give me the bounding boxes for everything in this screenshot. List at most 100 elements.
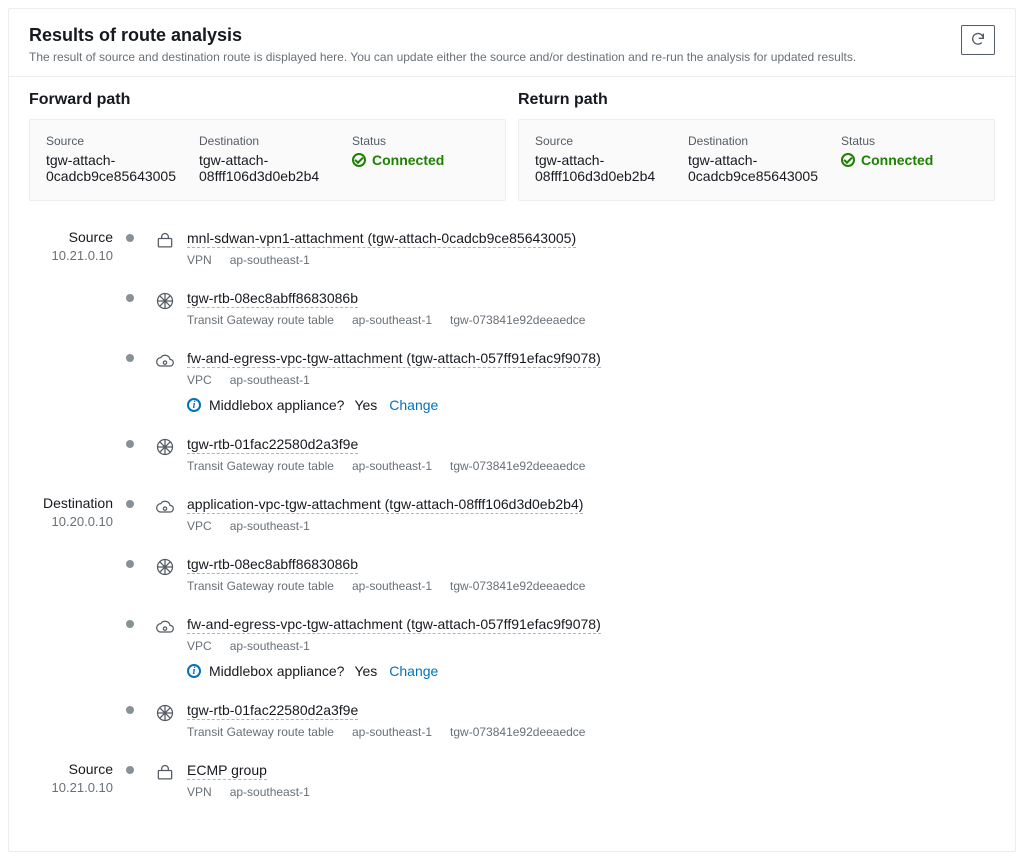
route-hop: fw-and-egress-vpc-tgw-attachment (tgw-at…	[29, 349, 995, 435]
hop-title[interactable]: ECMP group	[187, 762, 267, 780]
vpn-icon	[153, 229, 177, 253]
hop-meta-item: VPN	[187, 253, 212, 267]
hop-body: tgw-rtb-08ec8abff8683086b Transit Gateway…	[187, 555, 585, 615]
refresh-button[interactable]	[961, 25, 995, 55]
forward-status-cell: Status Connected	[352, 134, 489, 184]
return-source-value: tgw-attach-08fff106d3d0eb2b4	[535, 152, 672, 184]
route-hop: fw-and-egress-vpc-tgw-attachment (tgw-at…	[29, 615, 995, 701]
hop-meta: Transit Gateway route table ap-southeast-…	[187, 579, 585, 593]
hop-title[interactable]: application-vpc-tgw-attachment (tgw-atta…	[187, 496, 583, 514]
forward-destination-value: tgw-attach-08fff106d3d0eb2b4	[199, 152, 336, 184]
hop-meta-item: VPC	[187, 519, 212, 533]
rtb-icon	[153, 435, 177, 459]
panel-title: Results of route analysis The result of …	[29, 25, 856, 64]
timeline	[121, 289, 139, 304]
hop-meta-item: ap-southeast-1	[352, 725, 432, 739]
hop-body: fw-and-egress-vpc-tgw-attachment (tgw-at…	[187, 349, 601, 435]
info-icon: i	[187, 398, 201, 412]
forward-status-value: Connected	[352, 152, 489, 168]
timeline	[121, 495, 139, 510]
hop-meta-item: tgw-073841e92deeaedce	[450, 459, 585, 473]
hop-left-label: Source 10.21.0.10	[29, 761, 121, 795]
vpn-icon	[153, 761, 177, 785]
hop-meta-item: ap-southeast-1	[230, 785, 310, 799]
hop-meta: VPNap-southeast-1	[187, 253, 576, 267]
hop-meta-item: Transit Gateway route table	[187, 725, 334, 739]
hop-title[interactable]: tgw-rtb-01fac22580d2a3f9e	[187, 436, 358, 454]
hop-title[interactable]: fw-and-egress-vpc-tgw-attachment (tgw-at…	[187, 616, 601, 634]
hop-title[interactable]: mnl-sdwan-vpn1-attachment (tgw-attach-0c…	[187, 230, 576, 248]
hop-endpoint-ip: 10.21.0.10	[29, 780, 113, 796]
hop-left-label: Destination10.20.0.10	[29, 495, 121, 529]
return-source-cell: Source tgw-attach-08fff106d3d0eb2b4	[535, 134, 672, 184]
hop-meta: VPCap-southeast-1	[187, 373, 601, 387]
hop-meta: VPCap-southeast-1	[187, 639, 601, 653]
middlebox-change-link[interactable]: Change	[389, 397, 438, 413]
page-title: Results of route analysis	[29, 25, 856, 46]
hop-left-label: Source10.21.0.10	[29, 229, 121, 263]
hop-title[interactable]: fw-and-egress-vpc-tgw-attachment (tgw-at…	[187, 350, 601, 368]
hop-title[interactable]: tgw-rtb-01fac22580d2a3f9e	[187, 702, 358, 720]
route-hop: Source 10.21.0.10 ECMP group VPN ap-southeas…	[29, 761, 995, 821]
timeline	[121, 615, 139, 630]
route-hop: tgw-rtb-08ec8abff8683086b Transit Gateway…	[29, 289, 995, 349]
hop-endpoint-label: Source	[29, 761, 113, 778]
route-hop: tgw-rtb-08ec8abff8683086b Transit Gateway…	[29, 555, 995, 615]
hop-body: ECMP group VPN ap-southeast-1	[187, 761, 310, 821]
panel-header: Results of route analysis The result of …	[9, 9, 1015, 77]
hop-body: tgw-rtb-01fac22580d2a3f9e Transit Gateway…	[187, 701, 585, 761]
route-hop: tgw-rtb-01fac22580d2a3f9e Transit Gateway…	[29, 701, 995, 761]
timeline-dot-icon	[126, 440, 134, 448]
hop-meta-item: tgw-073841e92deeaedce	[450, 725, 585, 739]
middlebox-row: iMiddlebox appliance?YesChange	[187, 663, 601, 679]
middlebox-question: Middlebox appliance?	[209, 397, 344, 413]
hop-body: mnl-sdwan-vpn1-attachment (tgw-attach-0c…	[187, 229, 576, 289]
hop-meta-item: VPN	[187, 785, 212, 799]
hop-meta-item: VPC	[187, 639, 212, 653]
timeline	[121, 761, 139, 774]
rtb-icon	[153, 289, 177, 313]
hop-endpoint-ip: 10.20.0.10	[29, 514, 113, 530]
return-status-value: Connected	[841, 152, 978, 168]
hop-body: tgw-rtb-01fac22580d2a3f9e Transit Gateway…	[187, 435, 585, 495]
paths-summary: Forward path Source tgw-attach-0cadcb9ce…	[9, 77, 1015, 205]
hop-meta-item: tgw-073841e92deeaedce	[450, 579, 585, 593]
page-subtitle: The result of source and destination rou…	[29, 50, 856, 64]
middlebox-question: Middlebox appliance?	[209, 663, 344, 679]
middlebox-row: i Middlebox appliance? Yes Change	[187, 397, 601, 413]
check-icon	[352, 153, 366, 167]
return-path-heading: Return path	[518, 91, 995, 109]
route-hop: Destination10.20.0.10 application-vpc-tgw…	[29, 495, 995, 555]
hop-meta-item: ap-southeast-1	[352, 579, 432, 593]
forward-source-cell: Source tgw-attach-0cadcb9ce85643005	[46, 134, 183, 184]
forward-path-col: Forward path Source tgw-attach-0cadcb9ce…	[29, 91, 506, 201]
timeline-dot-icon	[126, 560, 134, 568]
route-hop: tgw-rtb-01fac22580d2a3f9e Transit Gateway…	[29, 435, 995, 495]
timeline	[121, 435, 139, 450]
return-destination-value: tgw-attach-0cadcb9ce85643005	[688, 152, 825, 184]
label-status: Status	[352, 134, 489, 148]
forward-path-box: Source tgw-attach-0cadcb9ce85643005 Dest…	[29, 119, 506, 201]
label-source: Source	[46, 134, 183, 148]
timeline	[121, 555, 139, 570]
return-status-text: Connected	[861, 152, 933, 168]
hop-title[interactable]: tgw-rtb-08ec8abff8683086b	[187, 556, 358, 574]
middlebox-answer: Yes	[354, 397, 377, 413]
hop-meta-item: Transit Gateway route table	[187, 313, 334, 327]
return-path-box: Source tgw-attach-08fff106d3d0eb2b4 Dest…	[518, 119, 995, 201]
hop-body: tgw-rtb-08ec8abff8683086b Transit Gateway…	[187, 289, 585, 349]
hop-meta: Transit Gateway route tableap-southeast-…	[187, 313, 585, 327]
hop-meta-item: Transit Gateway route table	[187, 579, 334, 593]
rtb-icon	[153, 701, 177, 725]
vpc-icon	[153, 615, 177, 639]
label-destination: Destination	[688, 134, 825, 148]
hop-meta-item: VPC	[187, 373, 212, 387]
hop-meta-item: tgw-073841e92deeaedce	[450, 313, 585, 327]
hop-title[interactable]: tgw-rtb-08ec8abff8683086b	[187, 290, 358, 308]
forward-status-text: Connected	[372, 152, 444, 168]
timeline-dot-icon	[126, 234, 134, 242]
hop-endpoint-ip: 10.21.0.10	[29, 248, 113, 264]
hop-meta: Transit Gateway route tableap-southeast-…	[187, 459, 585, 473]
middlebox-change-link[interactable]: Change	[389, 663, 438, 679]
hop-meta: Transit Gateway route table ap-southeast-…	[187, 725, 585, 739]
